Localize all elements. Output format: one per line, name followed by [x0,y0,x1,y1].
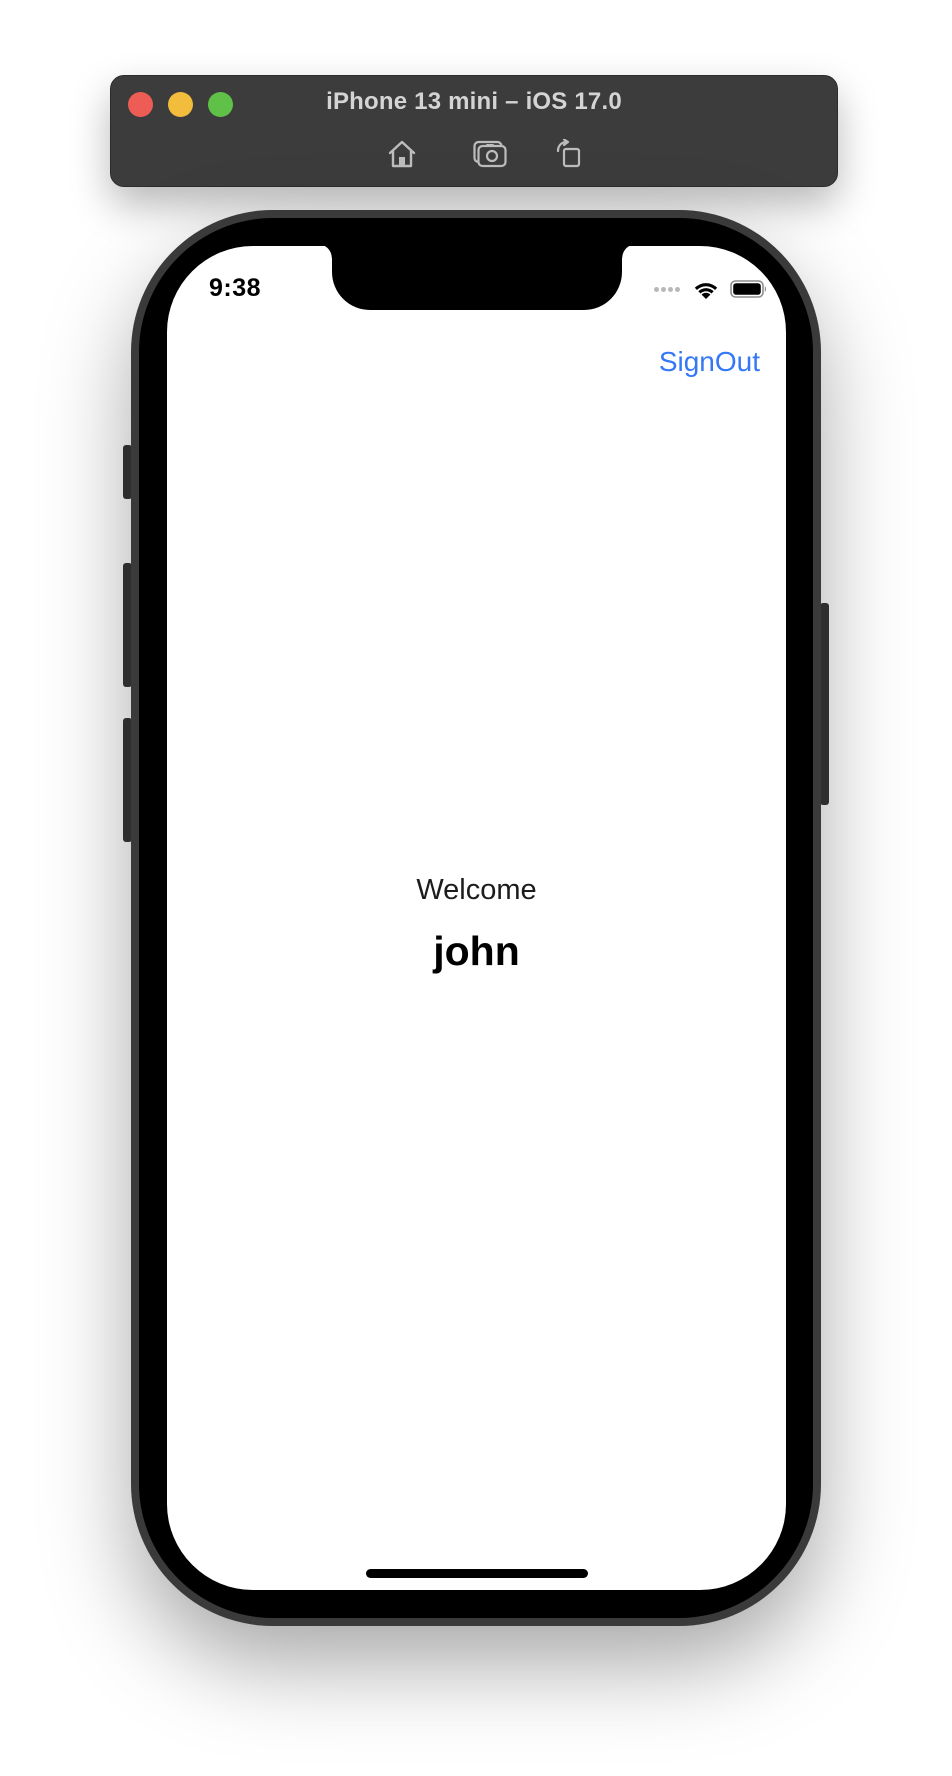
home-indicator[interactable] [366,1569,588,1578]
home-button[interactable] [382,136,422,172]
notch [318,246,636,310]
rotate-button[interactable] [549,136,589,172]
wifi-icon [694,283,718,299]
cellular-signal-icon [654,286,682,292]
home-icon [388,140,416,168]
status-time: 9:38 [209,274,262,302]
simulator-title-bar: iPhone 13 mini – iOS 17.0 [110,75,838,187]
simulator-title: iPhone 13 mini – iOS 17.0 [326,88,622,115]
simulator-toolbar [111,136,837,172]
screenshot-icon [473,140,507,168]
username-label: john [433,928,520,974]
signout-button[interactable]: SignOut [659,346,760,378]
power-button [820,603,829,805]
rotate-icon [556,139,581,168]
phone-screen: 9:38 SignOut Welcome john [167,246,786,1590]
screenshot-button[interactable] [470,136,510,172]
simulator-window: iPhone 13 mini – iOS 17.0 9:38 SignOut W… [0,0,952,1776]
welcome-label: Welcome [416,874,537,906]
status-icons [654,276,768,302]
battery-icon [730,280,767,298]
